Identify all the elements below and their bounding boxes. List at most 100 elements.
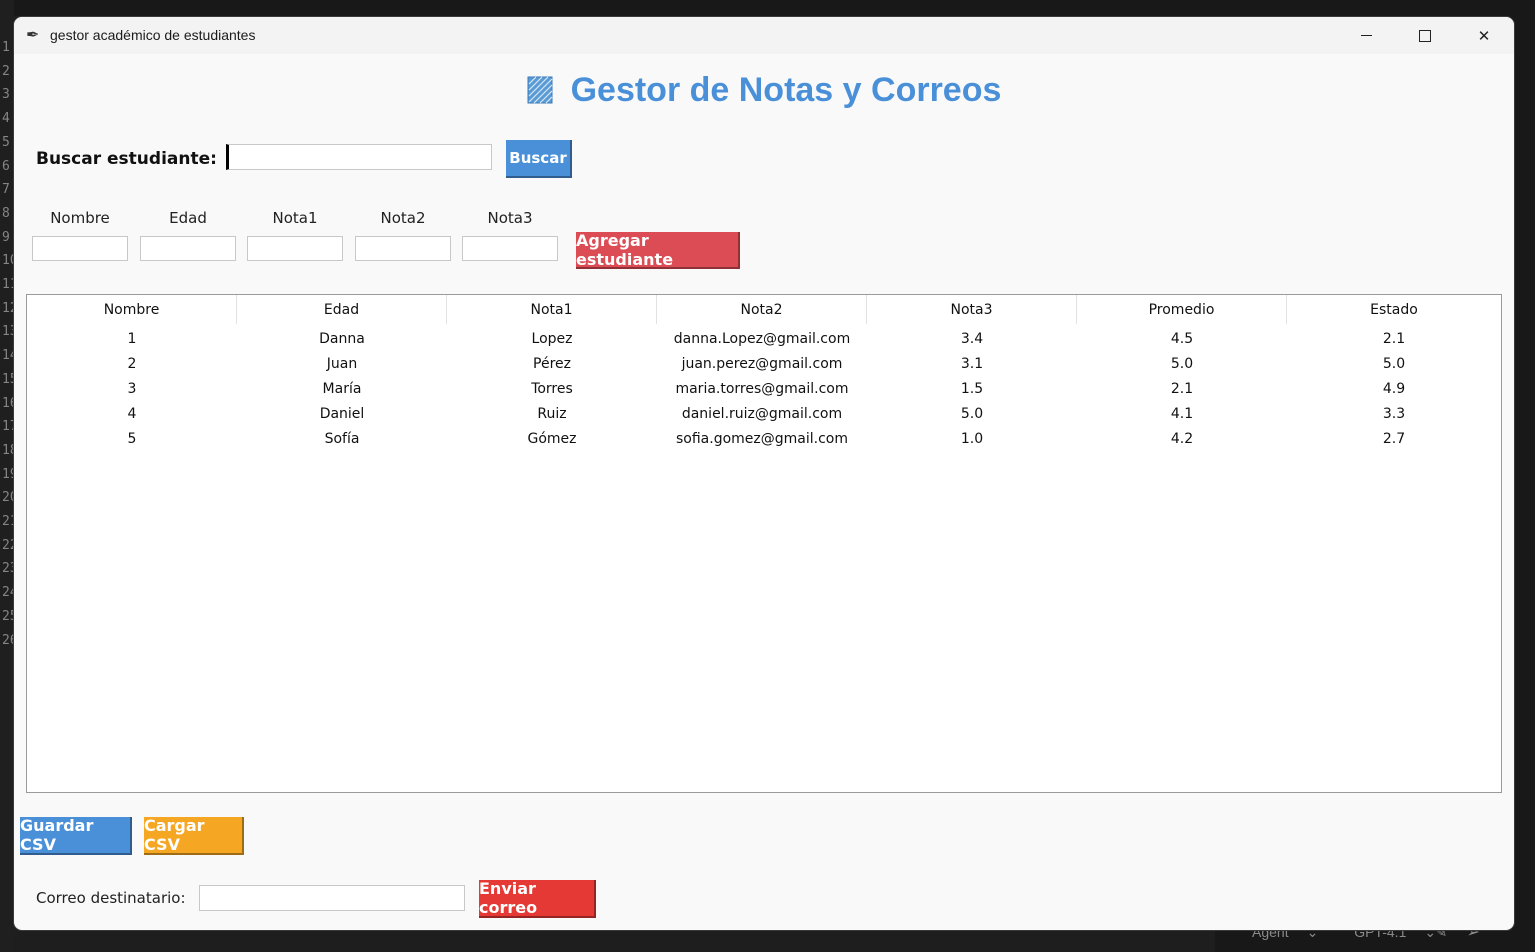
field-label-nombre: Nombre bbox=[50, 209, 110, 227]
column-header[interactable]: Promedio bbox=[1077, 295, 1287, 324]
email-label: Correo destinatario: bbox=[36, 889, 186, 907]
title-bar[interactable]: ✒ gestor académico de estudiantes ✕ bbox=[14, 17, 1514, 54]
field-label-nota2: Nota2 bbox=[380, 209, 426, 227]
table-cell: Sofía bbox=[324, 430, 360, 447]
table-cell: 3 bbox=[127, 380, 137, 397]
maximize-button[interactable] bbox=[1396, 17, 1454, 54]
table-cell: Ruiz bbox=[537, 405, 567, 422]
minimize-icon bbox=[1360, 35, 1372, 36]
table-cell: 2 bbox=[127, 355, 137, 372]
field-label-nota3: Nota3 bbox=[487, 209, 533, 227]
table-header: Nombre Edad Nota1 Nota2 Nota3 Promedio E… bbox=[27, 295, 1501, 324]
send-email-button[interactable]: Enviar correo bbox=[479, 879, 596, 918]
table-cell: 5 bbox=[127, 430, 137, 447]
table-cell: 5.0 bbox=[1382, 355, 1406, 372]
line-number: 8 bbox=[2, 205, 10, 221]
table-cell: 3.1 bbox=[960, 355, 984, 372]
line-number: 20 bbox=[2, 490, 14, 506]
line-number: 21 bbox=[2, 514, 14, 529]
line-number: 11 bbox=[2, 277, 14, 292]
line-number: 5 bbox=[2, 134, 10, 150]
search-label: Buscar estudiante: bbox=[36, 149, 217, 169]
table-cell: danna.Lopez@gmail.com bbox=[673, 330, 851, 347]
table-cell: Juan bbox=[326, 355, 358, 372]
table-row[interactable]: 4 Daniel Ruiz daniel.ruiz@gmail.com 5.0 … bbox=[27, 401, 1501, 426]
notebook-icon bbox=[527, 76, 553, 104]
nota1-input[interactable] bbox=[247, 236, 343, 261]
table-cell: 2.1 bbox=[1382, 330, 1406, 347]
table-cell: 1.5 bbox=[960, 380, 984, 397]
column-header[interactable]: Edad bbox=[237, 295, 447, 324]
table-cell: 4.9 bbox=[1382, 380, 1406, 397]
table-cell: 1 bbox=[127, 330, 137, 347]
line-number: 22 bbox=[2, 537, 14, 553]
page-title: Gestor de Notas y Correos bbox=[14, 71, 1514, 110]
table-cell: Danna bbox=[319, 330, 365, 347]
table-cell: sofia.gomez@gmail.com bbox=[676, 430, 848, 447]
email-field[interactable] bbox=[199, 885, 465, 911]
field-label-edad: Edad bbox=[169, 209, 207, 227]
table-cell: daniel.ruiz@gmail.com bbox=[681, 405, 843, 422]
column-header[interactable]: Estado bbox=[1287, 295, 1501, 324]
table-row[interactable]: 3 María Torres maria.torres@gmail.com 1.… bbox=[27, 376, 1501, 401]
close-icon: ✕ bbox=[1477, 26, 1491, 45]
table-cell: 4.1 bbox=[1170, 405, 1194, 422]
app-window: ✒ gestor académico de estudiantes ✕ Gest… bbox=[14, 17, 1514, 930]
table-cell: 3.4 bbox=[960, 330, 984, 347]
table-cell: María bbox=[322, 380, 362, 397]
load-csv-button[interactable]: Cargar CSV bbox=[144, 816, 244, 855]
nombre-input[interactable] bbox=[32, 236, 128, 261]
table-cell: Torres bbox=[531, 380, 573, 397]
table-cell: 5.0 bbox=[960, 405, 984, 422]
nota3-input[interactable] bbox=[462, 236, 558, 261]
table-cell: Gómez bbox=[527, 430, 577, 447]
line-number: 2 bbox=[2, 63, 10, 79]
feather-icon: ✒ bbox=[26, 25, 40, 44]
line-number: 6 bbox=[2, 158, 10, 174]
table-cell: 1.0 bbox=[960, 430, 984, 447]
table-cell: juan.perez@gmail.com bbox=[681, 355, 843, 372]
window-title: gestor académico de estudiantes bbox=[50, 27, 256, 43]
search-button[interactable]: Buscar bbox=[506, 140, 572, 178]
edad-input[interactable] bbox=[140, 236, 236, 261]
line-number: 16 bbox=[2, 395, 14, 411]
line-number: 10 bbox=[2, 253, 14, 269]
table-cell: 5.0 bbox=[1170, 355, 1194, 372]
table-body: 1 Danna Lopez danna.Lopez@gmail.com 3.4 … bbox=[27, 326, 1501, 451]
line-number: 12 bbox=[2, 300, 14, 316]
line-number: 26 bbox=[2, 632, 14, 648]
table-row[interactable]: 5 Sofía Gómez sofia.gomez@gmail.com 1.0 … bbox=[27, 426, 1501, 451]
table-row[interactable]: 2 Juan Pérez juan.perez@gmail.com 3.1 5.… bbox=[27, 351, 1501, 376]
save-csv-button[interactable]: Guardar CSV bbox=[20, 816, 132, 855]
search-input[interactable] bbox=[226, 144, 492, 170]
minimize-button[interactable] bbox=[1337, 17, 1395, 54]
column-header[interactable]: Nota1 bbox=[447, 295, 657, 324]
column-header[interactable]: Nota2 bbox=[657, 295, 867, 324]
table-cell: 4 bbox=[127, 405, 137, 422]
line-number: 23 bbox=[2, 561, 14, 577]
nota2-input[interactable] bbox=[355, 236, 451, 261]
table-cell: 2.1 bbox=[1170, 380, 1194, 397]
background-line-gutter: 1 2 3 4 5 6 7 8 9 10 11 12 13 14 15 16 17 18 19 20 21 22 23 24 2… bbox=[0, 0, 14, 952]
add-student-button[interactable]: Agregar estudiante bbox=[576, 231, 740, 269]
line-number: 9 bbox=[2, 229, 10, 245]
line-number: 15 bbox=[2, 371, 14, 387]
line-number: 14 bbox=[2, 348, 14, 364]
table-cell: 2.7 bbox=[1382, 430, 1406, 447]
students-table[interactable]: Nombre Edad Nota1 Nota2 Nota3 Promedio E… bbox=[26, 294, 1502, 793]
line-number: 25 bbox=[2, 608, 14, 624]
column-header[interactable]: Nota3 bbox=[867, 295, 1077, 324]
column-header[interactable]: Nombre bbox=[27, 295, 237, 324]
close-button[interactable]: ✕ bbox=[1455, 17, 1513, 54]
table-cell: maria.torres@gmail.com bbox=[675, 380, 849, 397]
table-cell: Lopez bbox=[531, 330, 573, 347]
line-number: 13 bbox=[2, 324, 14, 340]
table-cell: Pérez bbox=[533, 355, 571, 372]
maximize-icon bbox=[1419, 29, 1431, 42]
table-cell: 3.3 bbox=[1382, 405, 1406, 422]
field-label-nota1: Nota1 bbox=[272, 209, 318, 227]
table-row[interactable]: 1 Danna Lopez danna.Lopez@gmail.com 3.4 … bbox=[27, 326, 1501, 351]
line-number: 4 bbox=[2, 111, 10, 127]
line-number: 24 bbox=[2, 585, 14, 601]
line-number: 7 bbox=[2, 182, 10, 198]
